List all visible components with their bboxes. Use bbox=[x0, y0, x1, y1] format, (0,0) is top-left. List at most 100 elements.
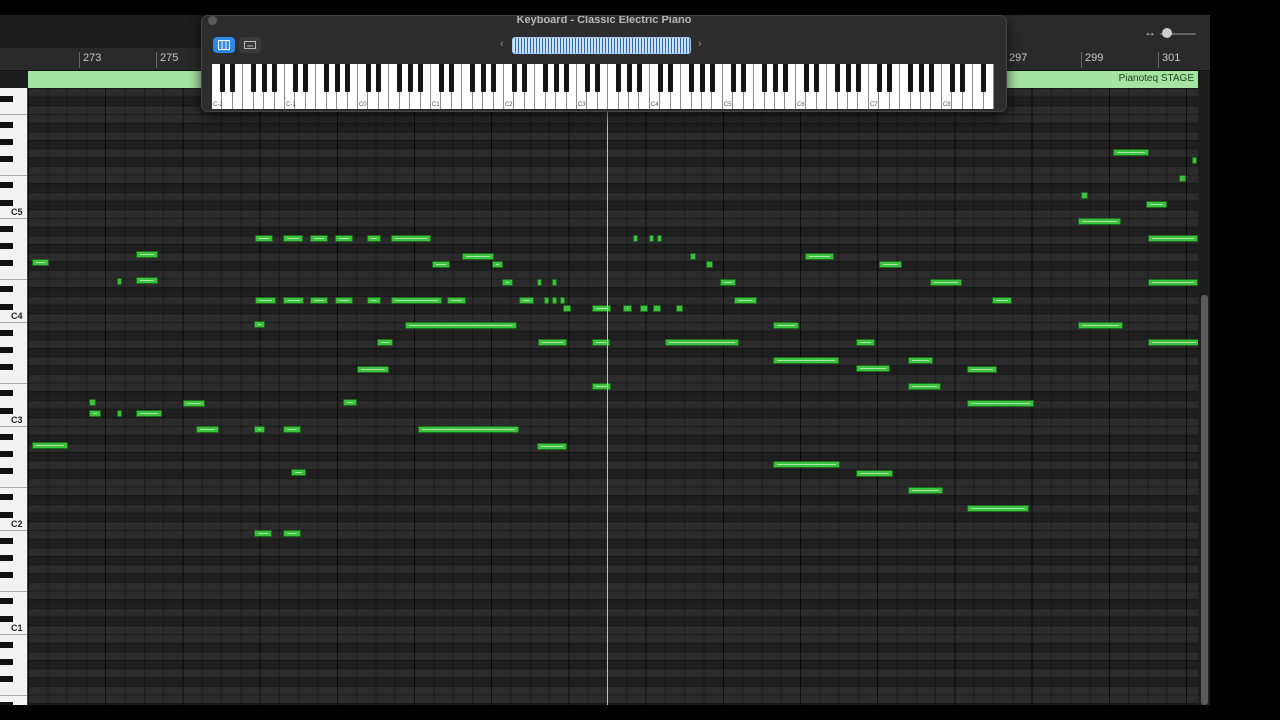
midi-note[interactable] bbox=[367, 297, 381, 304]
midi-note[interactable] bbox=[552, 279, 557, 286]
keyboard-black-key[interactable] bbox=[584, 64, 590, 92]
midi-note[interactable] bbox=[357, 366, 389, 373]
midi-note[interactable] bbox=[367, 235, 381, 242]
midi-note[interactable] bbox=[310, 297, 328, 304]
keyboard-black-key[interactable] bbox=[887, 64, 893, 92]
black-key[interactable] bbox=[0, 329, 13, 336]
midi-note[interactable] bbox=[377, 339, 393, 346]
midi-note[interactable] bbox=[492, 261, 503, 268]
piano-keyboard-sidebar[interactable]: C5C4C3C2C1C0 bbox=[0, 88, 28, 705]
midi-note[interactable] bbox=[255, 297, 276, 304]
midi-note[interactable] bbox=[283, 235, 303, 242]
keyboard-black-key[interactable] bbox=[480, 64, 486, 92]
midi-note[interactable] bbox=[32, 259, 49, 266]
midi-note[interactable] bbox=[537, 279, 542, 286]
midi-note[interactable] bbox=[432, 261, 450, 268]
keyboard-black-key[interactable] bbox=[918, 64, 924, 92]
midi-note[interactable] bbox=[856, 470, 893, 477]
black-key[interactable] bbox=[0, 260, 13, 267]
midi-note[interactable] bbox=[183, 400, 205, 407]
black-key[interactable] bbox=[0, 555, 13, 562]
midi-note[interactable] bbox=[1148, 339, 1198, 346]
keyboard-black-key[interactable] bbox=[365, 64, 371, 92]
midi-note[interactable] bbox=[649, 235, 654, 242]
keyboard-black-key[interactable] bbox=[324, 64, 330, 92]
keyboard-black-key[interactable] bbox=[261, 64, 267, 92]
midi-note[interactable] bbox=[1192, 157, 1197, 164]
zoom-slider-knob[interactable] bbox=[1162, 28, 1172, 38]
keyboard-black-key[interactable] bbox=[397, 64, 403, 92]
midi-note[interactable] bbox=[291, 469, 306, 476]
midi-note[interactable] bbox=[805, 253, 834, 260]
keyboard-black-key[interactable] bbox=[782, 64, 788, 92]
midi-note[interactable] bbox=[640, 305, 648, 312]
midi-note[interactable] bbox=[255, 235, 273, 242]
keyboard-black-key[interactable] bbox=[772, 64, 778, 92]
midi-note[interactable] bbox=[405, 322, 517, 329]
midi-note[interactable] bbox=[519, 297, 534, 304]
midi-note[interactable] bbox=[1078, 322, 1123, 329]
keyboard-black-key[interactable] bbox=[814, 64, 820, 92]
midi-note[interactable] bbox=[335, 235, 353, 242]
keyboard-black-key[interactable] bbox=[699, 64, 705, 92]
keyboard-black-key[interactable] bbox=[960, 64, 966, 92]
midi-note[interactable] bbox=[310, 235, 328, 242]
keyboard-black-key[interactable] bbox=[762, 64, 768, 92]
black-key[interactable] bbox=[0, 572, 13, 579]
keyboard-black-key[interactable] bbox=[553, 64, 559, 92]
black-key[interactable] bbox=[0, 702, 13, 705]
midi-note[interactable] bbox=[908, 357, 933, 364]
midi-note[interactable] bbox=[676, 305, 683, 312]
black-key[interactable] bbox=[0, 407, 13, 414]
black-key[interactable] bbox=[0, 468, 13, 475]
midi-note[interactable] bbox=[538, 339, 567, 346]
black-key[interactable] bbox=[0, 537, 13, 544]
keyboard-black-key[interactable] bbox=[855, 64, 861, 92]
black-key[interactable] bbox=[0, 659, 13, 666]
midi-note[interactable] bbox=[706, 261, 713, 268]
midi-note[interactable] bbox=[283, 297, 304, 304]
midi-note[interactable] bbox=[967, 505, 1029, 512]
black-key[interactable] bbox=[0, 156, 13, 163]
qwerty-mode-button[interactable] bbox=[239, 37, 261, 53]
keyboard-black-key[interactable] bbox=[334, 64, 340, 92]
piano-roll-grid[interactable] bbox=[28, 88, 1198, 705]
midi-note[interactable] bbox=[734, 297, 757, 304]
midi-note[interactable] bbox=[720, 279, 736, 286]
black-key[interactable] bbox=[0, 641, 13, 648]
midi-note[interactable] bbox=[196, 426, 219, 433]
midi-note[interactable] bbox=[657, 235, 662, 242]
keyboard-black-key[interactable] bbox=[418, 64, 424, 92]
midi-note[interactable] bbox=[1148, 235, 1198, 242]
black-key[interactable] bbox=[0, 139, 13, 145]
midi-note[interactable] bbox=[773, 322, 799, 329]
midi-note[interactable] bbox=[283, 426, 301, 433]
keyboard-black-key[interactable] bbox=[709, 64, 715, 92]
black-key[interactable] bbox=[0, 433, 13, 440]
black-key[interactable] bbox=[0, 303, 13, 310]
midi-note[interactable] bbox=[773, 357, 839, 364]
onscreen-keyboard[interactable]: C-2 C-1 C0 C1 C2 C3 C4 C5 C6 C7 C8 bbox=[212, 64, 994, 109]
black-key[interactable] bbox=[0, 286, 13, 293]
keyboard-black-key[interactable] bbox=[949, 64, 955, 92]
keyboard-black-key[interactable] bbox=[522, 64, 528, 92]
midi-note[interactable] bbox=[335, 297, 353, 304]
midi-note[interactable] bbox=[908, 383, 941, 390]
keyboard-black-key[interactable] bbox=[303, 64, 309, 92]
midi-note[interactable] bbox=[633, 235, 638, 242]
black-key[interactable] bbox=[0, 364, 13, 371]
black-key[interactable] bbox=[0, 199, 13, 206]
midi-note[interactable] bbox=[930, 279, 962, 286]
keyboard-black-key[interactable] bbox=[407, 64, 413, 92]
black-key[interactable] bbox=[0, 390, 13, 397]
midi-note[interactable] bbox=[462, 253, 494, 260]
chevron-right-icon[interactable]: › bbox=[698, 38, 702, 50]
keyboard-black-key[interactable] bbox=[438, 64, 444, 92]
midi-note[interactable] bbox=[283, 530, 301, 537]
keyboard-black-key[interactable] bbox=[730, 64, 736, 92]
midi-note[interactable] bbox=[856, 365, 890, 372]
midi-note[interactable] bbox=[690, 253, 696, 260]
midi-note[interactable] bbox=[879, 261, 902, 268]
black-key[interactable] bbox=[0, 615, 13, 622]
midi-note[interactable] bbox=[908, 487, 943, 494]
